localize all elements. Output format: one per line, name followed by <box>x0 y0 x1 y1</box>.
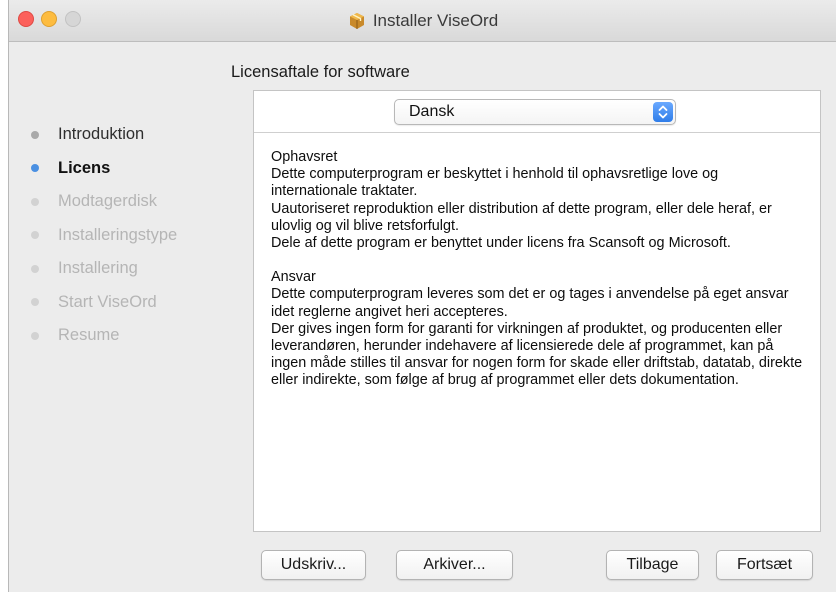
step-indicator-icon <box>31 298 39 307</box>
step-indicator-icon <box>31 331 39 340</box>
step-licens: Licens <box>31 152 251 186</box>
language-select[interactable]: Dansk <box>394 99 676 125</box>
language-select-value: Dansk <box>409 103 455 120</box>
title-bar[interactable]: Installer ViseOrd <box>9 0 836 42</box>
step-label: Installeringstype <box>58 225 178 244</box>
step-label: Modtagerdisk <box>58 192 158 211</box>
step-indicator-icon <box>31 231 39 240</box>
installer-window: Installer ViseOrd Introduktion Licens Mo… <box>8 0 836 592</box>
step-modtagerdisk: Modtagerdisk <box>31 185 251 219</box>
save-button[interactable]: Arkiver... <box>396 550 513 580</box>
step-indicator-icon <box>31 264 39 273</box>
page-title: Licensaftale for software <box>231 63 410 81</box>
step-indicator-icon <box>31 164 39 173</box>
step-indicator-icon <box>31 130 39 139</box>
step-start-viseord: Start ViseOrd <box>31 286 251 320</box>
step-installeringstype: Installeringstype <box>31 219 251 253</box>
step-label: Introduktion <box>58 125 145 144</box>
license-text: Ophavsret Dette computerprogram er besky… <box>271 149 807 390</box>
step-label: Resume <box>58 326 120 345</box>
license-heading-copyright: Ophavsret <box>271 149 338 165</box>
step-label: Start ViseOrd <box>58 292 157 311</box>
step-introduktion: Introduktion <box>31 118 251 152</box>
up-down-chevron-icon <box>653 102 673 122</box>
step-indicator-icon <box>31 197 39 206</box>
window-title: Installer ViseOrd <box>372 11 499 30</box>
back-button[interactable]: Tilbage <box>606 550 699 580</box>
step-label: Licens <box>58 158 111 177</box>
step-resume: Resume <box>31 319 251 353</box>
window-title-group: Installer ViseOrd <box>9 10 836 32</box>
language-bar: Dansk <box>254 91 820 133</box>
continue-button[interactable]: Fortsæt <box>716 550 813 580</box>
print-button[interactable]: Udskriv... <box>261 550 366 580</box>
step-label: Installering <box>58 259 138 278</box>
installer-steps-sidebar: Introduktion Licens Modtagerdisk Install… <box>31 118 251 353</box>
step-installering: Installering <box>31 252 251 286</box>
license-heading-liability: Ansvar <box>271 269 316 286</box>
license-paragraph: Der gives ingen form for garanti for vir… <box>271 320 803 389</box>
license-paragraph: Dele af dette program er benyttet under … <box>271 235 731 252</box>
license-paragraph: Dette computerprogram er beskyttet i hen… <box>271 166 719 200</box>
package-icon <box>348 12 366 30</box>
license-panel: Dansk Ophavsret Dette computerprogram er… <box>253 90 821 532</box>
license-paragraph: Dette computerprogram leveres som det er… <box>271 286 789 320</box>
license-paragraph: Uautoriseret reproduktion eller distribu… <box>271 200 772 234</box>
